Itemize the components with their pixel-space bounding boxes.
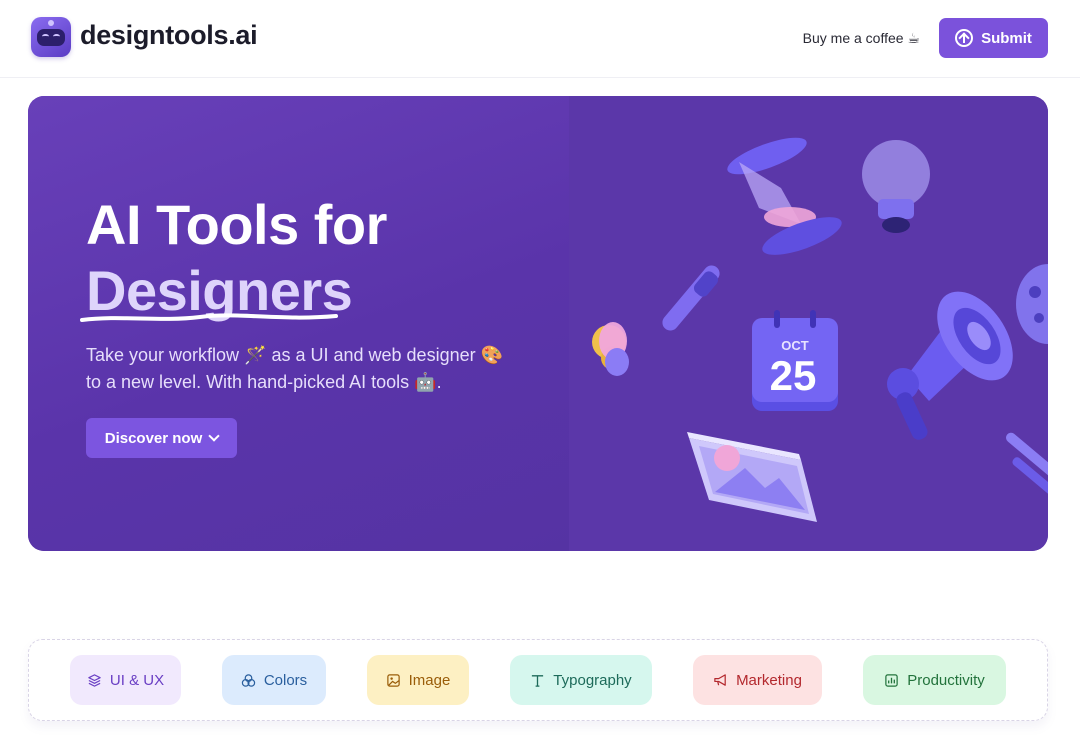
category-label: Image [408,671,451,689]
megaphone-icon [887,291,1013,440]
palette-icon [1016,264,1048,344]
pipette-icon [592,265,720,376]
hero-description-line1: Take your workflow 🪄 as a UI and web des… [86,345,504,365]
category-label: Productivity [907,671,985,689]
hero-description-line2: to a new level. With hand-picked AI tool… [86,372,442,392]
color-circles-icon [241,673,256,687]
pen-icon [1006,432,1048,500]
hero-illustration-panel: OCT 25 [569,96,1048,551]
category-label: Marketing [736,671,802,689]
light-bulb-icon [862,140,930,233]
category-marketing[interactable]: Marketing [693,655,822,705]
calendar-icon: OCT 25 [752,310,838,411]
upload-icon [955,29,974,47]
layers-icon [88,673,101,687]
image-card-icon [687,432,817,522]
robot-logo-icon[interactable] [31,17,71,57]
megaphone-icon [714,673,726,686]
category-bar: UI & UX Colors Image Typography Marketin… [28,639,1048,721]
brand-name[interactable]: designtools.ai [80,20,258,51]
image-icon [386,673,400,687]
category-label: Colors [263,671,308,689]
category-image[interactable]: Image [367,655,469,705]
hero-description: Take your workflow 🪄 as a UI and web des… [86,342,546,396]
hero-title-line1: AI Tools for [86,193,387,256]
calendar-month: OCT [781,338,809,353]
submit-button[interactable]: Submit [939,18,1048,58]
underline-scribble-icon [80,313,338,322]
chevron-down-icon [208,430,220,442]
category-label: UI & UX [109,671,165,689]
category-productivity[interactable]: Productivity [863,655,1006,705]
submit-label: Submit [981,29,1032,47]
discover-now-button[interactable]: Discover now [86,418,237,458]
category-typography[interactable]: Typography [510,655,652,705]
hourglass-icon [727,137,842,255]
type-icon [532,674,544,687]
hero-3d-illustration: OCT 25 [592,137,1048,522]
category-label: Typography [553,671,632,689]
buy-me-a-coffee-link[interactable]: Buy me a coffee ☕ [803,30,920,47]
hero-banner: OCT 25 AI Tools for Designers Take your … [28,96,1048,551]
category-colors[interactable]: Colors [222,655,326,705]
category-ui-ux[interactable]: UI & UX [70,655,181,705]
discover-now-label: Discover now [104,429,203,447]
site-header: designtools.ai Buy me a coffee ☕ Submit [0,0,1080,78]
calendar-day: 25 [770,352,817,399]
chart-icon [885,673,898,687]
